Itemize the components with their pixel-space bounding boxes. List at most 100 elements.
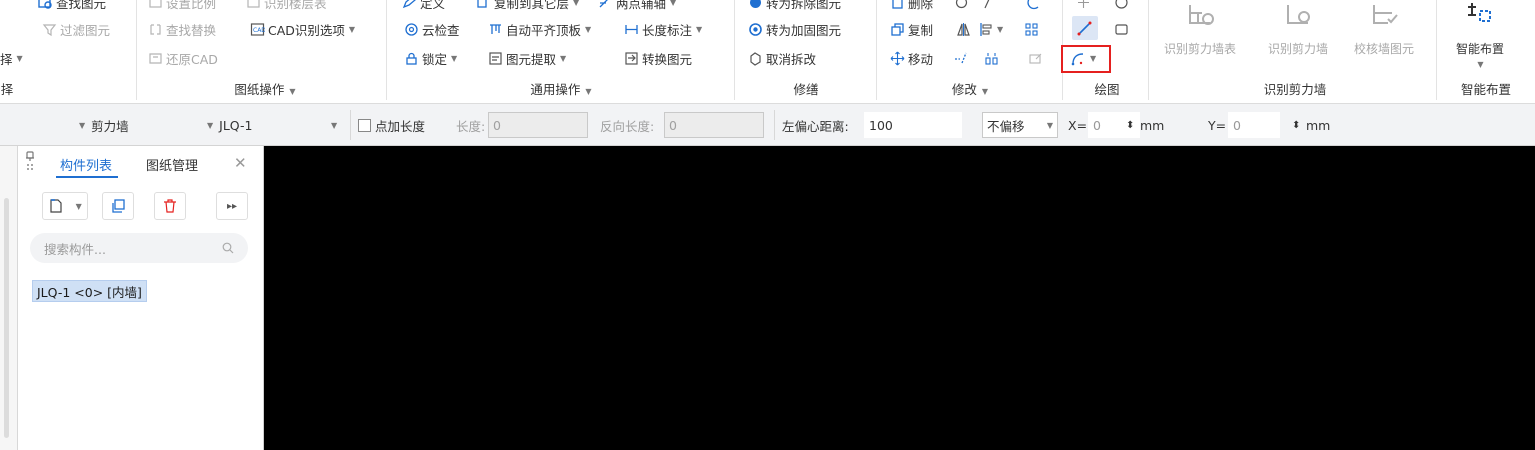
align-button[interactable]: ▼ xyxy=(978,19,1003,39)
copy-to-other-layer-button[interactable]: 复制到其它层 ▼ xyxy=(476,0,579,12)
divider xyxy=(1436,0,1437,100)
search-input[interactable]: 搜索构件... xyxy=(30,233,248,263)
group-label-modify[interactable]: 修改 ▼ xyxy=(940,79,1000,99)
convert-to-demolish-button[interactable]: 转为拆除图元 xyxy=(748,0,841,12)
offset-button[interactable] xyxy=(1026,0,1041,12)
check-wall-icon xyxy=(1364,0,1404,36)
chevron-down-icon: ▼ xyxy=(75,201,82,211)
element-type-select[interactable]: ▼ 剪力墙 xyxy=(78,114,129,136)
divider xyxy=(734,0,735,100)
chevron-down-icon: ▼ xyxy=(289,87,296,96)
extend-button[interactable] xyxy=(980,0,995,12)
point-draw-button[interactable] xyxy=(1076,0,1091,12)
set-scale-button[interactable]: 设置比例 xyxy=(148,0,216,12)
restore-cad-button[interactable]: 还原CAD xyxy=(148,48,218,68)
array-button[interactable] xyxy=(1024,19,1039,39)
cloud-check-button[interactable]: 云检查 xyxy=(404,19,460,39)
panel-tabs: 构件列表 图纸管理 ✕ xyxy=(18,146,264,180)
chevron-down-icon: ▼ xyxy=(585,87,592,96)
divider xyxy=(350,110,351,140)
extend-icon xyxy=(980,0,995,10)
y-unit: mm xyxy=(1306,117,1331,133)
wall-table-icon xyxy=(1180,0,1220,36)
pin-icon[interactable] xyxy=(24,151,36,173)
group-label-drawing-ops[interactable]: 图纸操作 ▼ xyxy=(220,79,310,99)
element-name-select[interactable]: ▼ JLQ-1 xyxy=(206,114,252,136)
array-icon xyxy=(1024,22,1039,37)
chevron-down-icon[interactable]: ▼ xyxy=(1477,60,1483,69)
edit-icon xyxy=(1028,51,1043,66)
recognize-wall-table-button[interactable]: 识别剪力墙表 xyxy=(1160,0,1240,72)
checkbox-box[interactable] xyxy=(358,118,371,132)
new-component-button[interactable]: ▼ xyxy=(42,192,88,220)
delete-button[interactable]: 删除 xyxy=(890,0,933,12)
filter-icon xyxy=(42,22,57,37)
length-dimension-button[interactable]: 长度标注 ▼ xyxy=(624,19,702,39)
cancel-modification-button[interactable]: 取消拆改 xyxy=(748,48,816,68)
reverse-length-input[interactable]: 0 xyxy=(664,112,764,138)
recognize-wall-button[interactable]: 识别剪力墙 xyxy=(1258,0,1338,72)
list-item[interactable]: JLQ-1 <0> [内墙] xyxy=(32,280,147,302)
ribbon: 查找图元 过滤图元 择 ▼ 设置比例 识别楼层表 查找替换 CAD CAD识别选项… xyxy=(0,0,1535,104)
mirror-icon xyxy=(956,22,971,37)
trim-button[interactable] xyxy=(954,48,969,68)
check-wall-element-button[interactable]: 校核墙图元 xyxy=(1344,0,1424,72)
add-length-checkbox[interactable]: 点加长度 xyxy=(358,114,425,136)
define-button[interactable]: 定义 xyxy=(402,0,445,12)
divider xyxy=(136,0,137,100)
offset-input[interactable]: 100 xyxy=(864,112,962,138)
name-select-arrow[interactable]: ▼ xyxy=(330,114,337,136)
smart-layout-button[interactable]: 智能布置 ▼ xyxy=(1440,0,1520,72)
tab-component-list[interactable]: 构件列表 xyxy=(60,155,112,174)
two-point-axis-button[interactable]: 两点辅轴 ▼ xyxy=(598,0,676,12)
recognize-floor-table-button[interactable]: 识别楼层表 xyxy=(246,0,327,12)
line-icon xyxy=(1077,21,1092,36)
delete-component-button[interactable] xyxy=(154,192,186,220)
copy-component-button[interactable] xyxy=(102,192,134,220)
length-label: 长度: xyxy=(456,118,486,134)
edit-element-button[interactable] xyxy=(1028,48,1043,68)
y-input[interactable]: 0 xyxy=(1228,112,1280,138)
lock-button[interactable]: 锁定 ▼ xyxy=(404,48,457,68)
copy-button[interactable]: 复制 xyxy=(890,19,933,39)
x-spinner[interactable]: ⬍ xyxy=(1126,114,1134,136)
select-button-partial[interactable]: 择 ▼ xyxy=(0,48,23,68)
move-button[interactable]: 移动 xyxy=(890,48,933,68)
rotate-button[interactable] xyxy=(954,0,969,12)
length-input[interactable]: 0 xyxy=(488,112,588,138)
close-icon[interactable]: ✕ xyxy=(234,154,247,172)
tab-drawing-management[interactable]: 图纸管理 xyxy=(146,155,198,174)
filter-element-button[interactable]: 过滤图元 xyxy=(42,19,110,39)
more-button[interactable]: ▸▸ xyxy=(216,192,248,220)
offset-mode-select[interactable]: 不偏移 ▼ xyxy=(982,112,1058,138)
mirror-button[interactable] xyxy=(956,19,971,39)
cad-recognition-options-button[interactable]: CAD CAD识别选项 ▼ xyxy=(250,19,355,39)
auto-level-top-button[interactable]: 自动平齐顶板 ▼ xyxy=(488,19,591,39)
y-spinner[interactable]: ⬍ xyxy=(1292,114,1300,136)
convert-element-button[interactable]: 转换图元 xyxy=(624,48,692,68)
find-replace-icon xyxy=(148,22,163,37)
find-element-button[interactable]: 查找图元 xyxy=(38,0,106,12)
copy-layer-icon xyxy=(476,0,491,10)
rectangle-icon xyxy=(1114,22,1129,37)
chevron-down-icon: ▼ xyxy=(16,53,23,63)
y-label: Y= xyxy=(1208,117,1227,133)
break-button[interactable] xyxy=(984,48,999,68)
left-scroll-strip xyxy=(0,146,18,450)
group-label-recognize-wall: 识别剪力墙 xyxy=(1263,82,1327,97)
rectangle-draw-button[interactable] xyxy=(1114,19,1129,39)
line-draw-button[interactable] xyxy=(1077,18,1092,38)
chevron-down-icon: ▼ xyxy=(207,120,214,130)
element-extract-button[interactable]: 图元提取 ▼ xyxy=(488,48,566,68)
axis-icon xyxy=(598,0,613,10)
scrollbar[interactable] xyxy=(4,198,9,438)
define-icon xyxy=(402,0,417,10)
chevron-down-icon: ▼ xyxy=(696,24,703,34)
drawing-canvas[interactable] xyxy=(264,146,1535,450)
find-replace-button[interactable]: 查找替换 xyxy=(148,19,216,39)
cloud-check-icon xyxy=(404,22,419,37)
circle-draw-button[interactable] xyxy=(1114,0,1129,12)
group-label-smart-layout: 智能布置 xyxy=(1460,82,1511,97)
convert-to-reinforce-button[interactable]: 转为加固图元 xyxy=(748,19,841,39)
group-label-general-ops[interactable]: 通用操作 ▼ xyxy=(516,79,606,99)
